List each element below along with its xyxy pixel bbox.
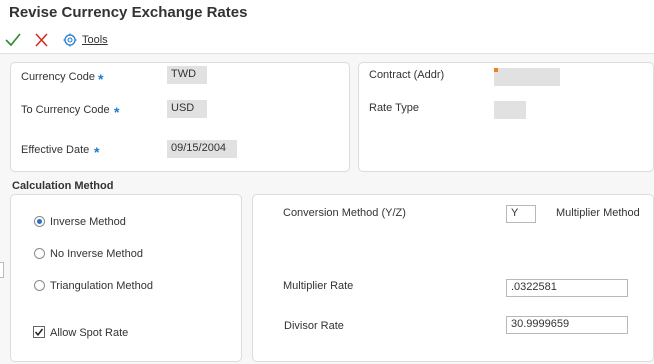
required-indicator: * xyxy=(94,144,100,160)
checkmark-icon xyxy=(34,328,44,336)
gear-icon xyxy=(63,33,77,47)
checkmark-icon xyxy=(5,33,21,47)
inverse-method-radio[interactable] xyxy=(34,216,45,227)
page-title: Revise Currency Exchange Rates xyxy=(0,0,654,26)
multiplier-rate-label: Multiplier Rate xyxy=(283,280,354,292)
tools-label: Tools xyxy=(82,34,108,46)
rate-type-label: Rate Type xyxy=(369,102,419,114)
conversion-panel xyxy=(252,194,654,362)
currency-code-field[interactable]: TWD xyxy=(167,66,207,84)
no-inverse-method-radio[interactable] xyxy=(34,248,45,259)
inverse-method-label: Inverse Method xyxy=(50,216,126,228)
currency-code-label: Currency Code xyxy=(21,71,95,83)
required-flag-icon xyxy=(494,68,498,72)
to-currency-code-label: To Currency Code xyxy=(21,104,110,116)
no-inverse-method-label: No Inverse Method xyxy=(50,248,143,260)
x-icon xyxy=(35,33,48,47)
cancel-button[interactable] xyxy=(33,31,50,49)
effective-date-field[interactable]: 09/15/2004 xyxy=(167,140,237,158)
to-currency-code-field[interactable]: USD xyxy=(167,100,207,118)
tools-menu[interactable]: Tools xyxy=(63,30,108,50)
required-indicator: * xyxy=(114,104,120,120)
divisor-rate-label: Divisor Rate xyxy=(284,320,344,332)
allow-spot-rate-checkbox[interactable] xyxy=(33,326,45,338)
conversion-method-field[interactable]: Y xyxy=(506,205,536,223)
contract-label: Contract (Addr) xyxy=(369,69,445,81)
side-panel-toggle[interactable] xyxy=(0,262,4,278)
divisor-rate-field[interactable]: 30.9999659 xyxy=(506,316,628,334)
allow-spot-rate-label: Allow Spot Rate xyxy=(50,327,129,339)
ok-button[interactable] xyxy=(4,31,22,49)
conversion-method-label: Conversion Method (Y/Z) xyxy=(283,207,406,219)
effective-date-label: Effective Date xyxy=(21,144,90,156)
triangulation-method-radio[interactable] xyxy=(34,280,45,291)
conversion-method-description: Multiplier Method xyxy=(556,207,640,219)
rate-type-field[interactable] xyxy=(494,101,526,119)
contract-field[interactable] xyxy=(494,68,560,86)
toolbar: Tools xyxy=(0,26,654,54)
multiplier-rate-field[interactable]: .0322581 xyxy=(506,279,628,297)
calculation-method-title: Calculation Method xyxy=(12,180,114,192)
triangulation-method-label: Triangulation Method xyxy=(50,280,153,292)
required-indicator: * xyxy=(98,71,104,87)
